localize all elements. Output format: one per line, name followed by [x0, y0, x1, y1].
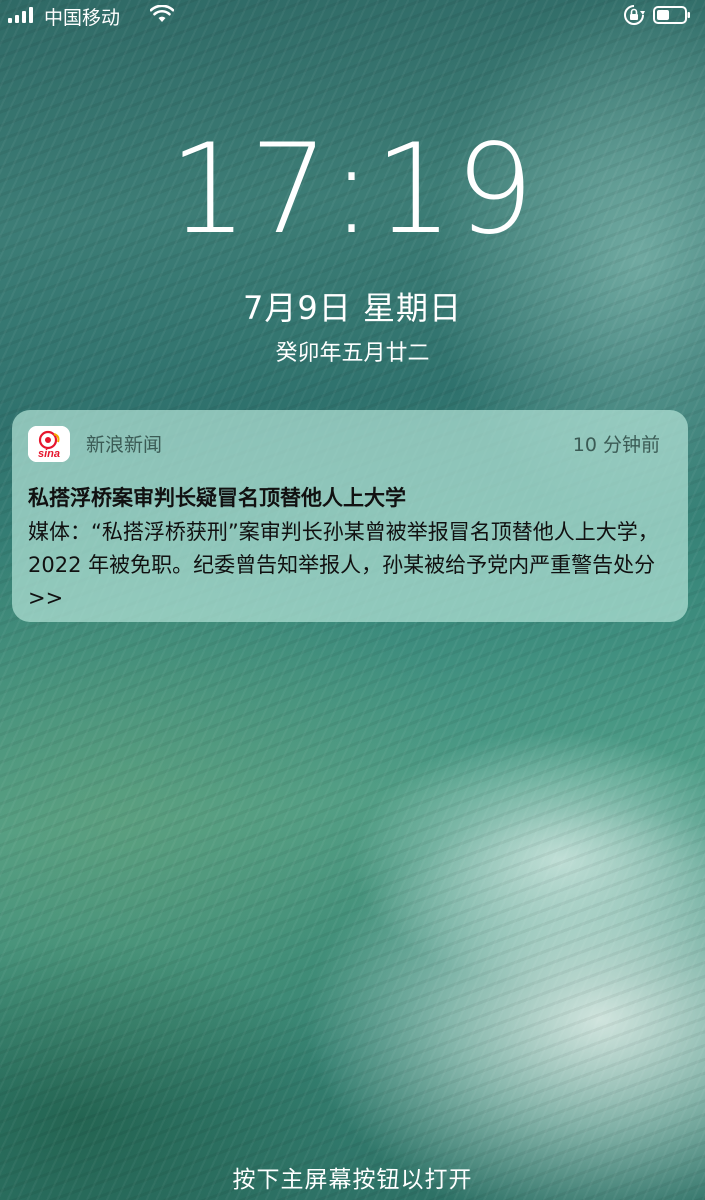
notification-app-name: 新浪新闻 — [86, 434, 163, 456]
notification-time: 10 分钟前 — [572, 434, 660, 456]
news-notification[interactable]: sina 新浪新闻 10 分钟前 私搭浮桥案审判长疑冒名顶替他人上大学 媒体：“… — [12, 410, 688, 622]
rotation-lock-icon — [624, 5, 645, 25]
signal-bars-icon — [8, 7, 33, 23]
svg-text:sina: sina — [38, 448, 60, 460]
notification-body: 媒体：“私搭浮桥获刑”案审判长孙某曾被举报冒名顶替他人上大学，2022 年被免职… — [28, 520, 659, 610]
notification-header: sina 新浪新闻 10 分钟前 — [12, 410, 688, 476]
carrier-name: 中国移动 — [44, 7, 121, 29]
status-bar: 中国移动 — [0, 0, 705, 30]
notification-title: 私搭浮桥案审判长疑冒名顶替他人上大学 — [28, 486, 406, 510]
sina-news-app-icon: sina — [28, 426, 70, 462]
lock-screen-date: 7月9日 星期日 — [243, 289, 462, 327]
wifi-icon — [150, 5, 174, 22]
lunar-date: 癸卯年五月廿二 — [275, 341, 430, 366]
lock-screen-time: 17:19 — [168, 118, 537, 262]
battery-icon — [653, 6, 690, 24]
unlock-hint: 按下主屏幕按钮以打开 — [232, 1167, 473, 1193]
